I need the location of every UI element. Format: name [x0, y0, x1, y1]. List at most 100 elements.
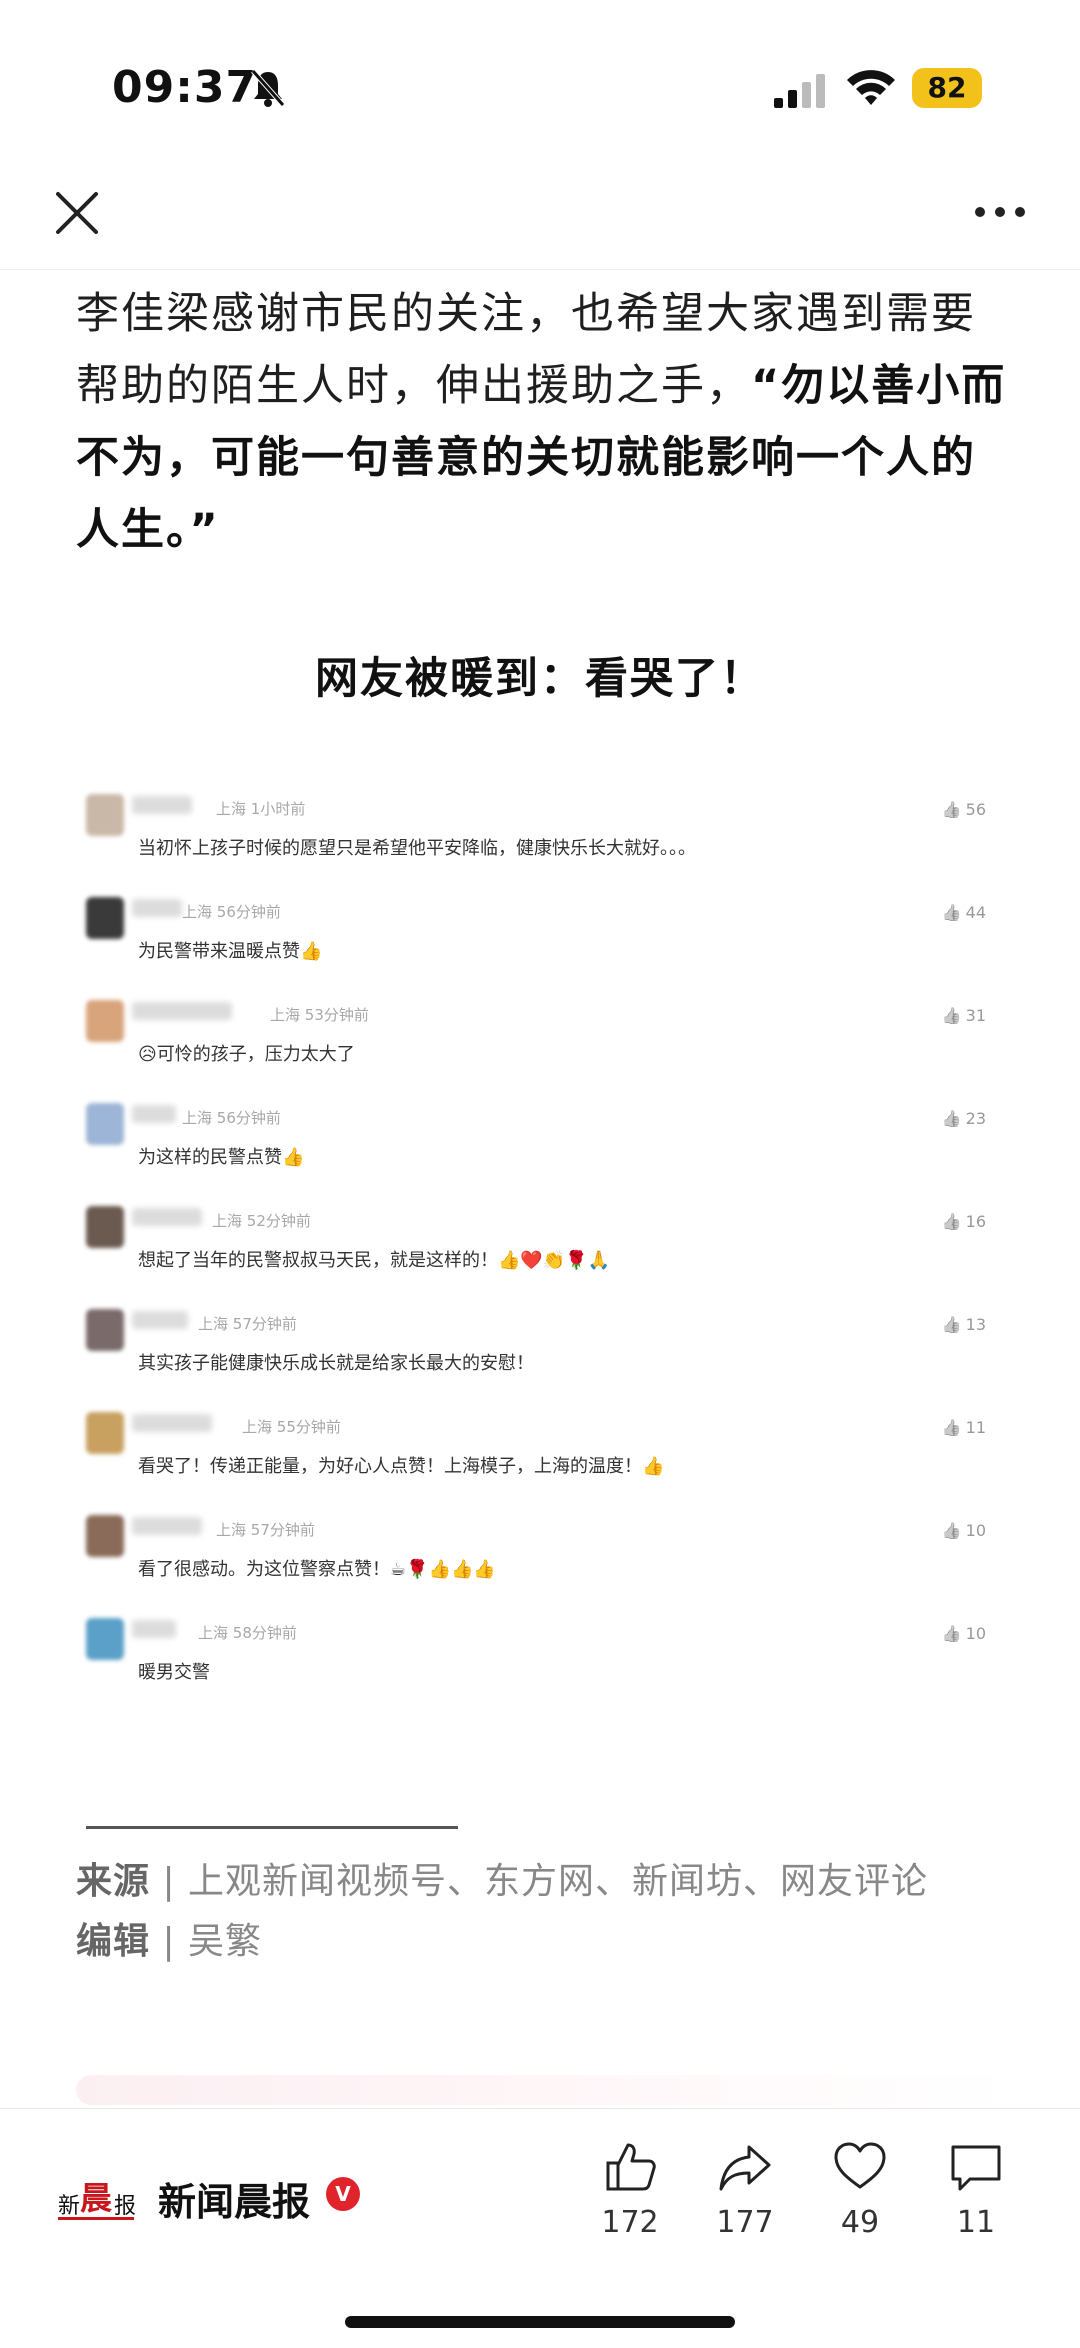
- editor-row: 编辑 | 吴繁: [76, 1921, 263, 1962]
- comment-meta: 上海 58分钟前: [198, 1622, 297, 1643]
- comment-like-button[interactable]: 👍 16: [942, 1212, 986, 1231]
- comment-meta: 上海 57分钟前: [216, 1519, 315, 1540]
- bell-off-icon: [251, 69, 285, 107]
- comment-text: 看哭了！传递正能量，为好心人点赞！上海模子，上海的温度！👍: [138, 1456, 665, 1477]
- comment-item: 上海 56分钟前为民警带来温暖点赞👍 👍 44: [80, 889, 1000, 992]
- more-icon[interactable]: [970, 192, 1030, 232]
- comment-item: 上海 55分钟前看哭了！传递正能量，为好心人点赞！上海模子，上海的温度！👍 👍 11: [80, 1404, 1000, 1507]
- comment-location: 上海: [182, 903, 213, 921]
- avatar: [86, 1206, 124, 1248]
- avatar: [86, 897, 124, 939]
- comment-text: 看了很感动。为这位警察点赞！☕🌹👍👍👍: [138, 1559, 496, 1580]
- avatar: [86, 1618, 124, 1660]
- comment-like-count: 11: [965, 1418, 986, 1437]
- favorite-count: 49: [840, 2205, 880, 2240]
- comment-text: 为这样的民警点赞👍: [138, 1147, 305, 1168]
- comment-like-button[interactable]: 👍 44: [942, 903, 986, 922]
- comment-like-button[interactable]: 👍 11: [942, 1418, 986, 1437]
- comment-like-count: 10: [965, 1624, 986, 1643]
- comment-icon: [951, 2145, 1001, 2191]
- avatar: [86, 1515, 124, 1557]
- thumb-up-icon: 👍: [941, 903, 962, 922]
- avatar: [86, 1000, 124, 1042]
- username-blurred: [132, 1208, 202, 1226]
- comment-time: 57分钟前: [232, 1315, 297, 1333]
- comment-like-count: 56: [965, 800, 986, 819]
- comment-like-count: 10: [965, 1521, 986, 1540]
- comment-item: 上海 53分钟前 😥可怜的孩子，压力太大了 👍 31: [80, 992, 1000, 1095]
- nav-header: [0, 170, 1080, 270]
- comment-meta: 上海 1小时前: [216, 798, 305, 819]
- comment-location: 上海: [182, 1109, 213, 1127]
- comment-time: 56分钟前: [216, 1109, 281, 1127]
- comment-time: 55分钟前: [276, 1418, 341, 1436]
- comment-item: 上海 52分钟前 想起了当年的民警叔叔马天民，就是这样的！👍❤️👏🌹🙏 👍 16: [80, 1198, 1000, 1301]
- share-count: 177: [716, 2205, 774, 2240]
- share-icon: [719, 2145, 771, 2191]
- username-blurred: [132, 1105, 176, 1123]
- status-bar: 09:37 82: [0, 0, 1080, 170]
- thumb-up-icon: 👍: [941, 1315, 962, 1334]
- comment-button[interactable]: 11: [936, 2139, 1016, 2240]
- article-paragraph: 李佳梁感谢市民的关注，也希望大家遇到需要帮助的陌生人时，伸出援助之手，“勿以善小…: [76, 278, 1016, 566]
- comment-like-count: 31: [965, 1006, 986, 1025]
- source-info: 来源 | 上观新闻视频号、东方网、新闻坊、网友评论 编辑 | 吴繁: [76, 1852, 928, 1972]
- thumb-up-icon: 👍: [941, 1109, 962, 1128]
- thumb-up-icon: 👍: [941, 1212, 962, 1231]
- comment-like-button[interactable]: 👍 10: [942, 1624, 986, 1643]
- comment-item: 上海 57分钟前看了很感动。为这位警察点赞！☕🌹👍👍👍 👍 10: [80, 1507, 1000, 1610]
- editor-label: 编辑: [76, 1921, 151, 1962]
- comment-location: 上海: [216, 800, 247, 818]
- comment-time: 56分钟前: [216, 903, 281, 921]
- source-value: 上观新闻视频号、东方网、新闻坊、网友评论: [188, 1861, 929, 1902]
- svg-text:报: 报: [114, 2194, 136, 2219]
- publisher-logo[interactable]: 新 晨 报: [56, 2161, 136, 2241]
- comment-location: 上海: [198, 1315, 229, 1333]
- comment-meta: 上海 52分钟前: [212, 1210, 311, 1231]
- comment-like-count: 13: [965, 1315, 986, 1334]
- avatar: [86, 1103, 124, 1145]
- thumb-up-icon: 👍: [941, 800, 962, 819]
- like-button[interactable]: 172: [590, 2139, 670, 2240]
- username-blurred: [132, 1311, 188, 1329]
- comment-text: 当初怀上孩子时候的愿望只是希望他平安降临，健康快乐长大就好。。。: [138, 838, 696, 859]
- home-indicator[interactable]: [345, 2316, 735, 2328]
- comment-meta: 上海 55分钟前: [242, 1416, 341, 1437]
- svg-text:新: 新: [58, 2194, 80, 2219]
- comment-like-button[interactable]: 👍 10: [942, 1521, 986, 1540]
- close-icon[interactable]: [50, 186, 104, 240]
- comment-item: 上海 58分钟前暖男交警 👍 10: [80, 1610, 1000, 1713]
- comment-like-count: 23: [965, 1109, 986, 1128]
- comment-location: 上海: [270, 1006, 301, 1024]
- comment-like-button[interactable]: 👍 56: [942, 800, 986, 819]
- wifi-icon: [847, 70, 895, 105]
- thumb-up-icon: 👍: [941, 1006, 962, 1025]
- comment-like-button[interactable]: 👍 23: [942, 1109, 986, 1128]
- comment-text: 暖男交警: [138, 1662, 210, 1683]
- comment-location: 上海: [212, 1212, 243, 1230]
- comment-meta: 上海 53分钟前: [270, 1004, 369, 1025]
- comment-time: 58分钟前: [232, 1624, 297, 1642]
- username-blurred: [132, 899, 182, 917]
- favorite-button[interactable]: 49: [820, 2139, 900, 2240]
- svg-text:晨: 晨: [80, 2179, 112, 2217]
- comment-count: 11: [956, 2205, 996, 2240]
- comment-time: 52分钟前: [246, 1212, 311, 1230]
- editor-value: 吴繁: [188, 1921, 263, 1962]
- comment-like-button[interactable]: 👍 13: [942, 1315, 986, 1334]
- heart-icon: [834, 2142, 886, 2189]
- thumb-up-icon: 👍: [941, 1521, 962, 1540]
- comment-text: 为民警带来温暖点赞👍: [138, 941, 323, 962]
- comment-time: 53分钟前: [304, 1006, 369, 1024]
- comment-like-count: 16: [965, 1212, 986, 1231]
- comment-time: 1小时前: [250, 800, 306, 818]
- share-button[interactable]: 177: [705, 2139, 785, 2240]
- section-heading: 网友被暖到：看哭了！: [315, 654, 765, 704]
- username-blurred: [132, 1620, 176, 1638]
- verified-badge: V: [326, 2177, 360, 2211]
- avatar: [86, 1309, 124, 1351]
- comment-like-button[interactable]: 👍 31: [942, 1006, 986, 1025]
- publisher-name[interactable]: 新闻晨报: [158, 2171, 310, 2226]
- battery-indicator: 82: [912, 68, 982, 108]
- username-blurred: [132, 1414, 212, 1432]
